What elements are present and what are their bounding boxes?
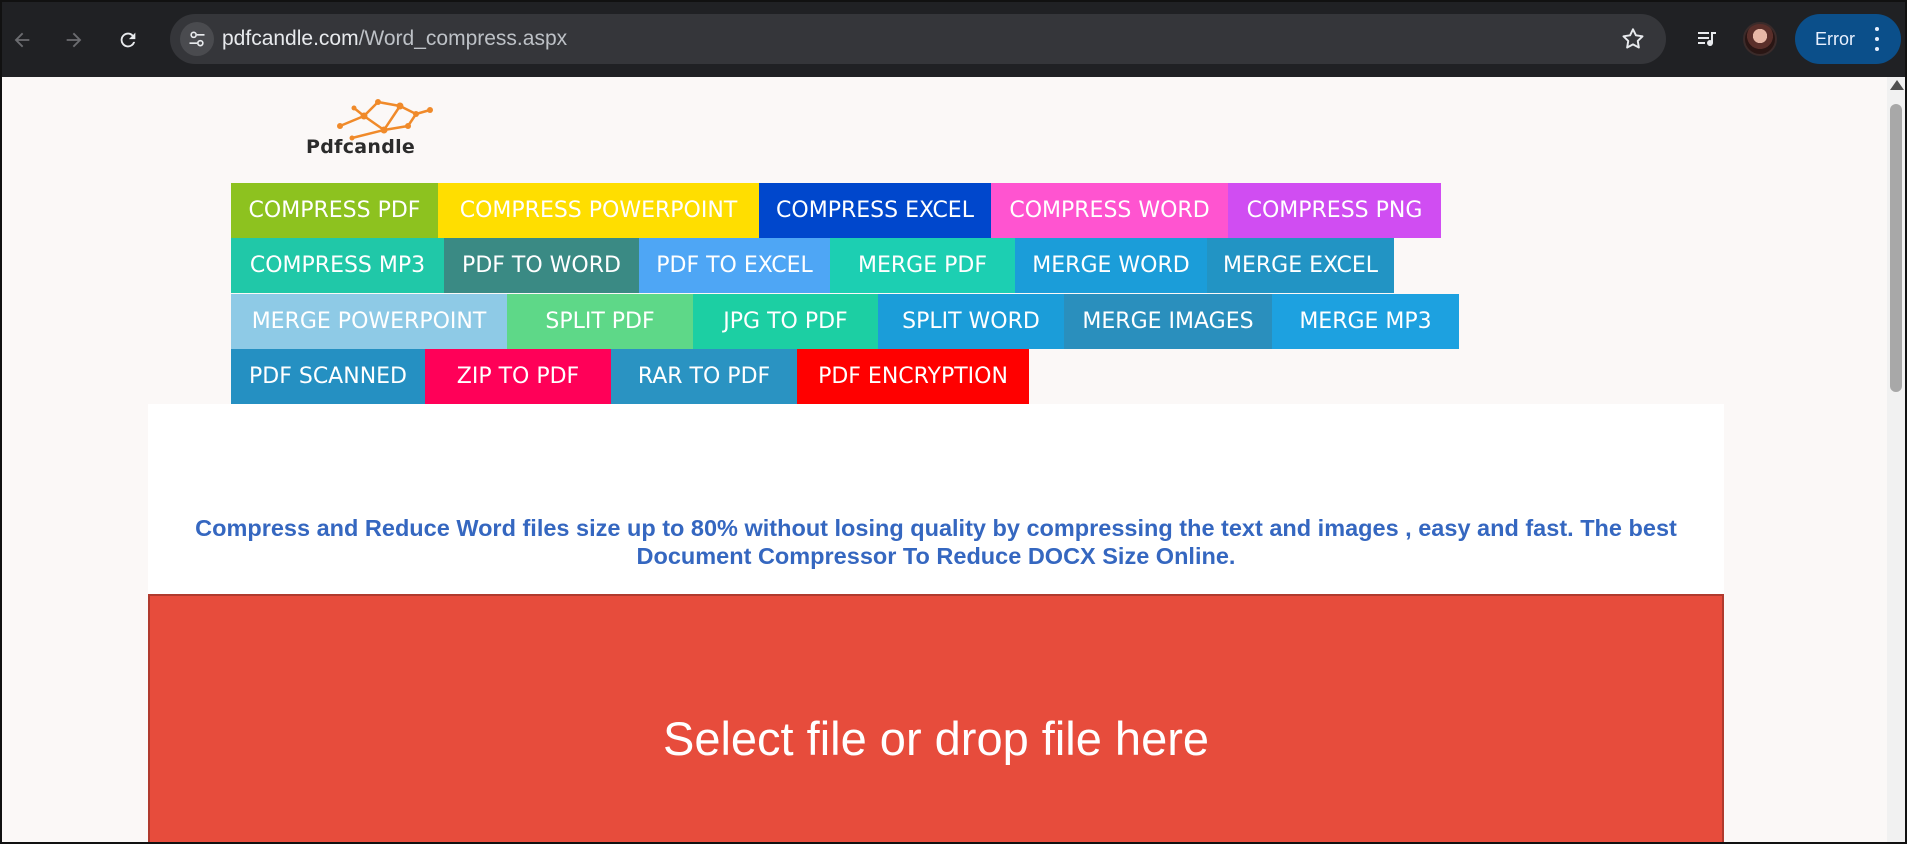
browser-toolbar: pdfcandle.com/Word_compress.aspx Error	[0, 0, 1907, 77]
forward-arrow-icon[interactable]	[56, 22, 92, 58]
menu-compress-powerpoint[interactable]: COMPRESS POWERPOINT	[438, 183, 759, 238]
menu-merge-images[interactable]: MERGE IMAGES	[1064, 294, 1272, 349]
menu-compress-mp3[interactable]: COMPRESS MP3	[231, 238, 444, 293]
file-dropzone[interactable]: Select file or drop file here	[148, 594, 1724, 844]
logo-text: Pdfcandle	[306, 136, 416, 158]
profile-error-label: Error	[1815, 29, 1855, 49]
menu-rar-to-pdf[interactable]: RAR TO PDF	[611, 349, 797, 404]
tool-menu-row-2: COMPRESS MP3 PDF TO WORD PDF TO EXCEL ME…	[231, 238, 1394, 293]
dropzone-label: Select file or drop file here	[662, 712, 1209, 765]
menu-pdf-encryption[interactable]: PDF ENCRYPTION	[797, 349, 1029, 404]
scroll-up-arrow-icon[interactable]	[1890, 80, 1904, 90]
back-arrow-icon[interactable]	[4, 22, 40, 58]
menu-zip-to-pdf[interactable]: ZIP TO PDF	[425, 349, 611, 404]
menu-split-pdf[interactable]: SPLIT PDF	[507, 294, 693, 349]
menu-merge-mp3[interactable]: MERGE MP3	[1272, 294, 1459, 349]
url-domain: pdfcandle.com	[222, 27, 359, 50]
tool-menu-row-4: PDF SCANNED ZIP TO PDF RAR TO PDF PDF EN…	[231, 349, 1029, 404]
site-logo[interactable]: Pdfcandle	[306, 96, 456, 160]
url-text[interactable]: pdfcandle.com/Word_compress.aspx	[222, 27, 567, 51]
bookmark-star-icon[interactable]	[1620, 26, 1646, 52]
profile-avatar[interactable]	[1743, 22, 1777, 56]
tool-menu-row-1: COMPRESS PDF COMPRESS POWERPOINT COMPRES…	[231, 183, 1441, 238]
reload-icon[interactable]	[110, 22, 146, 58]
site-settings-icon[interactable]	[180, 22, 214, 56]
media-controls-icon[interactable]	[1690, 22, 1724, 56]
menu-compress-png[interactable]: COMPRESS PNG	[1228, 183, 1441, 238]
profile-error-button[interactable]: Error	[1795, 14, 1901, 64]
menu-compress-word[interactable]: COMPRESS WORD	[991, 183, 1228, 238]
scrollbar-thumb[interactable]	[1890, 104, 1902, 392]
menu-merge-word[interactable]: MERGE WORD	[1015, 238, 1207, 293]
page-tagline: Compress and Reduce Word files size up t…	[195, 515, 1677, 569]
address-bar[interactable]: pdfcandle.com/Word_compress.aspx	[170, 14, 1666, 64]
menu-pdf-to-word[interactable]: PDF TO WORD	[444, 238, 639, 293]
menu-pdf-to-excel[interactable]: PDF TO EXCEL	[639, 238, 830, 293]
menu-merge-pdf[interactable]: MERGE PDF	[830, 238, 1015, 293]
menu-split-word[interactable]: SPLIT WORD	[878, 294, 1064, 349]
menu-merge-powerpoint[interactable]: MERGE POWERPOINT	[231, 294, 507, 349]
menu-compress-excel[interactable]: COMPRESS EXCEL	[759, 183, 991, 238]
more-menu-icon[interactable]	[1873, 27, 1881, 51]
tool-menu-row-3: MERGE POWERPOINT SPLIT PDF JPG TO PDF SP…	[231, 294, 1459, 349]
menu-merge-excel[interactable]: MERGE EXCEL	[1207, 238, 1394, 293]
menu-compress-pdf[interactable]: COMPRESS PDF	[231, 183, 438, 238]
menu-pdf-scanned[interactable]: PDF SCANNED	[231, 349, 425, 404]
url-path: /Word_compress.aspx	[358, 27, 568, 50]
menu-jpg-to-pdf[interactable]: JPG TO PDF	[693, 294, 878, 349]
